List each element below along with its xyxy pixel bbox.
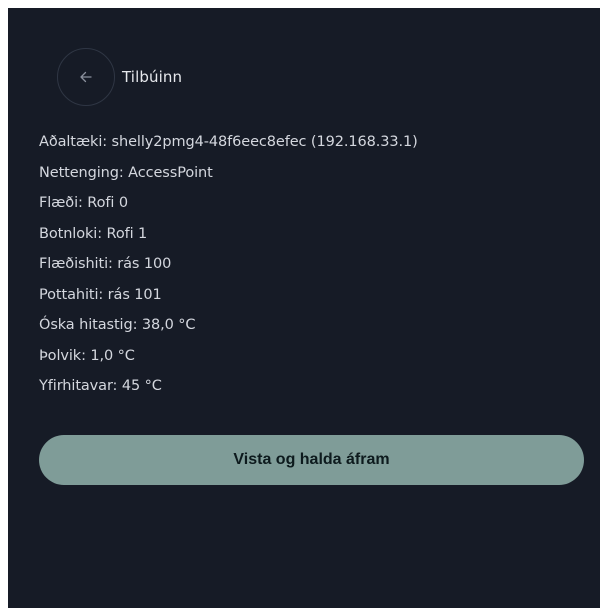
main-device-info: Aðaltæki: shelly2pmg4-48f6eec8efec (192.… <box>39 134 418 150</box>
flow-switch-info: Flæði: Rofi 0 <box>39 195 128 211</box>
tub-temperature-channel-info: Pottahiti: rás 101 <box>39 286 162 303</box>
save-and-continue-button[interactable]: Vista og halda áfram <box>39 435 584 485</box>
bottom-valve-info: Botnloki: Rofi 1 <box>39 225 148 242</box>
app-screen: Tilbúinn Aðaltæki: shelly2pmg4-48f6eec8e… <box>8 8 600 608</box>
settings-summary: Aðaltæki: shelly2pmg4-48f6eec8efec (192.… <box>39 127 418 402</box>
back-button[interactable] <box>57 48 115 106</box>
flow-temperature-channel-info: Flæðishiti: rás 100 <box>39 256 172 272</box>
header: Tilbúinn <box>57 47 182 107</box>
target-temperature-info: Óska hitastig: 38,0 °C <box>39 317 196 333</box>
overheat-protection-info: Yfirhitavar: 45 °C <box>39 378 162 394</box>
arrow-left-icon <box>80 71 92 83</box>
page-title: Tilbúinn <box>122 68 183 86</box>
network-connection-info: Nettenging: AccessPoint <box>39 164 213 181</box>
tolerance-info: Þolvik: 1,0 °C <box>39 347 135 364</box>
